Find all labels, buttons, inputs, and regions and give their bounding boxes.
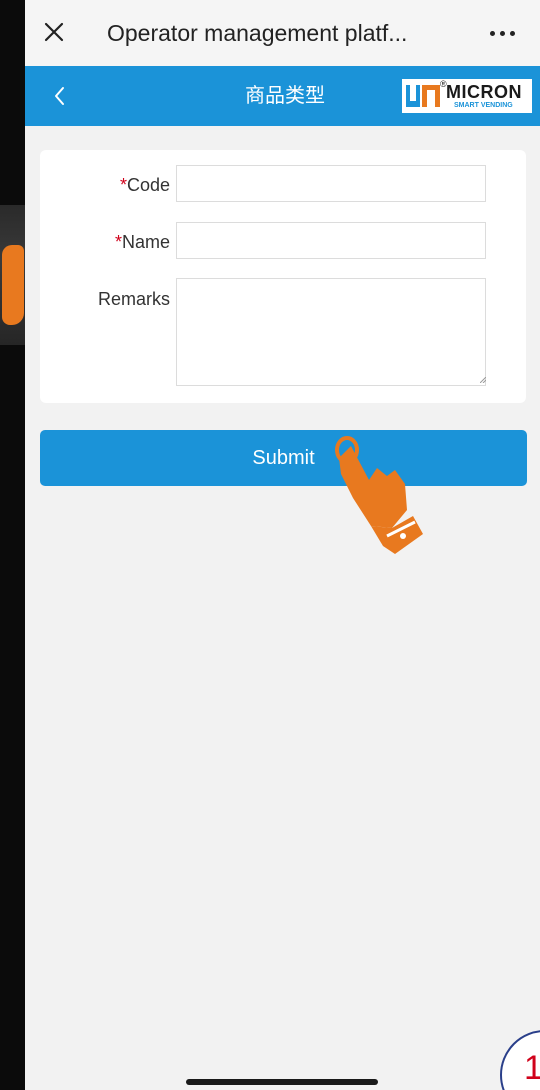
hand-fragment-decoration: [2, 245, 24, 325]
close-icon[interactable]: [39, 17, 69, 47]
home-indicator: [186, 1079, 378, 1085]
left-video-frame: [0, 0, 25, 1090]
name-field[interactable]: [176, 222, 486, 259]
resize-grip-icon[interactable]: [480, 377, 486, 383]
micron-logo: ® MICRON SMART VENDING: [402, 79, 532, 113]
remarks-label: Remarks: [97, 289, 170, 309]
title-bar: Operator management platf...: [25, 0, 540, 66]
required-mark: *: [114, 232, 122, 252]
logo-tagline: SMART VENDING: [454, 102, 513, 109]
pointing-hand-icon: [335, 436, 423, 554]
page-title: 商品类型: [245, 85, 325, 107]
chevron-left-icon[interactable]: [45, 81, 75, 111]
page-number-badge: 1: [500, 1030, 540, 1090]
name-label-text: Name: [121, 232, 170, 252]
app-header: 商品类型 ® MICRON SMART VENDING: [25, 66, 540, 126]
phone-screen: Operator management platf... 商品类型 ® MICR…: [25, 0, 540, 1090]
window-title: Operator management platf...: [107, 20, 408, 46]
page-number: 1: [524, 1049, 540, 1087]
logo-brand-text: MICRON: [446, 82, 522, 102]
submit-button[interactable]: Submit: [40, 430, 527, 486]
code-field[interactable]: [176, 165, 486, 202]
left-frame-slice: [0, 205, 25, 345]
form-card: *Code *Name Remarks: [40, 150, 526, 403]
code-label-text: Code: [126, 175, 170, 195]
code-label: *Code: [40, 173, 170, 197]
more-dots-icon[interactable]: [482, 18, 522, 48]
required-mark: *: [119, 175, 127, 195]
name-label: *Name: [40, 230, 170, 254]
remarks-field[interactable]: [176, 278, 486, 386]
